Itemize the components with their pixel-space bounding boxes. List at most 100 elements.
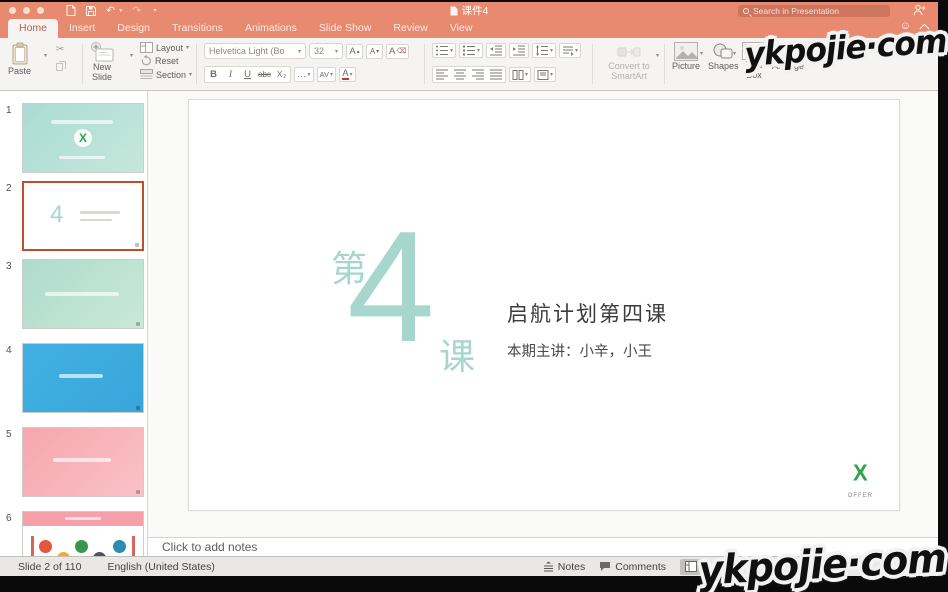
quick-access-toolbar: ↶ ▾ ↷ ▾ [66, 5, 156, 16]
decrease-indent-icon [489, 44, 503, 57]
font-color-button[interactable]: A▾ [339, 67, 356, 82]
columns-button[interactable]: ▾ [509, 67, 531, 82]
slide-position-status: Slide 2 of 110 [18, 561, 81, 573]
font-name-dropdown-icon: ▾ [298, 48, 301, 55]
shapes-icon [712, 42, 734, 61]
slide-thumbnail-5[interactable] [22, 427, 144, 497]
thumb-page-mark [135, 243, 139, 247]
text-direction-dropdown-icon: ▾ [575, 47, 578, 54]
line-spacing-dropdown-icon: ▾ [550, 47, 553, 54]
align-center-button[interactable] [451, 67, 469, 82]
tab-review[interactable]: Review [382, 19, 438, 38]
notes-toggle-icon [543, 561, 554, 572]
slide-thumbnail-1[interactable]: X [22, 103, 144, 173]
new-slide-dropdown-icon[interactable]: ▾ [130, 52, 133, 59]
subscript-button[interactable]: X2 [273, 67, 290, 82]
thumbnail-number: 1 [6, 103, 22, 173]
tab-view[interactable]: View [439, 19, 484, 38]
language-status[interactable]: English (United States) [107, 561, 214, 573]
underline-label: U [244, 69, 251, 80]
window-controls [9, 7, 44, 14]
bullets-button[interactable]: ▾ [432, 43, 456, 58]
save-icon[interactable] [86, 6, 96, 16]
paste-dropdown-icon[interactable]: ▾ [44, 52, 47, 59]
justify-button[interactable] [487, 67, 505, 82]
smartart-icon [617, 43, 641, 61]
convert-smartart-button[interactable]: Convert to SmartArt [600, 43, 658, 82]
shapes-label: Shapes [708, 62, 739, 72]
italic-button[interactable]: I [222, 67, 239, 82]
new-document-icon[interactable] [66, 5, 76, 16]
columns-dropdown-icon: ▾ [525, 71, 528, 78]
comments-toggle-button[interactable]: Comments [599, 561, 666, 573]
font-name-select[interactable]: Helvetica Light (Bo▾ [204, 43, 306, 59]
align-left-button[interactable] [433, 67, 451, 82]
decrease-indent-button[interactable] [486, 43, 506, 58]
layout-icon [140, 42, 153, 53]
strikethrough-button[interactable]: abc [256, 67, 273, 82]
picture-dropdown-icon[interactable]: ▾ [700, 50, 703, 57]
slide-thumbnail-6[interactable] [22, 511, 144, 556]
picture-button[interactable]: Picture [672, 42, 700, 72]
undo-dropdown-icon[interactable]: ▾ [119, 7, 122, 14]
slide-thumbnail-3[interactable] [22, 259, 144, 329]
tab-home[interactable]: Home [8, 19, 58, 38]
text-effects-button[interactable]: …▾ [294, 67, 314, 82]
notes-toggle-button[interactable]: Notes [543, 561, 585, 573]
slide-thumbnail-2-selected[interactable]: 4 [22, 181, 144, 251]
underline-button[interactable]: U [239, 67, 256, 82]
slide-canvas[interactable]: 第 4 课 启航计划第四课 本期主讲：小辛，小王 X OFFER [188, 99, 900, 511]
shapes-dropdown-icon[interactable]: ▾ [733, 50, 736, 57]
numbering-dropdown-icon: ▾ [477, 47, 480, 54]
redo-button[interactable]: ↷ [132, 6, 141, 16]
zoom-window-button[interactable] [37, 7, 44, 14]
section-button[interactable]: Section▾ [140, 69, 192, 80]
tab-slide-show[interactable]: Slide Show [308, 19, 383, 38]
italic-label: I [229, 70, 232, 80]
close-window-button[interactable] [9, 7, 16, 14]
thumb-circle [75, 540, 88, 553]
thumb-circle [113, 540, 126, 553]
slide-logo: X OFFER [848, 462, 873, 502]
paste-label: Paste [8, 67, 31, 77]
copy-icon[interactable] [56, 61, 66, 71]
paste-button[interactable]: Paste [8, 42, 31, 77]
text-direction-button[interactable]: ▾ [559, 43, 581, 58]
share-icon[interactable] [913, 4, 926, 16]
minimize-window-button[interactable] [23, 7, 30, 14]
titlebar: ↶ ▾ ↷ ▾ 课件4 Search in Presentation [0, 2, 938, 19]
grow-font-button[interactable]: A▴ [346, 44, 363, 59]
align-left-icon [435, 68, 449, 81]
layout-dropdown-icon: ▾ [186, 44, 189, 51]
thumbnail-number: 4 [6, 343, 22, 413]
layout-button[interactable]: Layout▾ [140, 42, 192, 53]
align-right-button[interactable] [469, 67, 487, 82]
font-size-value: 32 [314, 46, 324, 56]
text-direction-icon [562, 45, 574, 57]
slide-thumbnail-4[interactable] [22, 343, 144, 413]
line-spacing-button[interactable]: ▾ [532, 43, 556, 58]
bold-button[interactable]: B [205, 67, 222, 82]
slide-editing-area: 第 4 课 启航计划第四课 本期主讲：小辛，小王 X OFFER [148, 91, 938, 537]
align-text-button[interactable]: ▾ [534, 67, 556, 82]
undo-button[interactable]: ↶ [106, 6, 115, 16]
font-size-select[interactable]: 32▾ [309, 43, 343, 59]
increase-indent-button[interactable] [509, 43, 529, 58]
new-slide-button[interactable]: New Slide [90, 42, 114, 83]
thumbnail-number: 5 [6, 427, 22, 497]
character-spacing-button[interactable]: AV▾ [317, 67, 336, 82]
reset-button[interactable]: Reset [140, 55, 192, 67]
search-input[interactable]: Search in Presentation [738, 5, 890, 17]
tab-transitions[interactable]: Transitions [161, 19, 234, 38]
thumb-page-mark [136, 490, 140, 494]
cut-icon[interactable]: ✂ [56, 44, 66, 55]
group-separator [424, 44, 425, 84]
numbering-button[interactable]: ▾ [459, 43, 483, 58]
tab-animations[interactable]: Animations [234, 19, 308, 38]
toolbar-options-icon[interactable]: ▾ [153, 7, 156, 14]
tab-insert[interactable]: Insert [58, 19, 106, 38]
clear-formatting-button[interactable]: A⌫ [386, 44, 409, 59]
slide-title-text: 启航计划第四课 [507, 298, 668, 328]
shrink-font-button[interactable]: A▾ [366, 44, 383, 59]
tab-design[interactable]: Design [106, 19, 161, 38]
